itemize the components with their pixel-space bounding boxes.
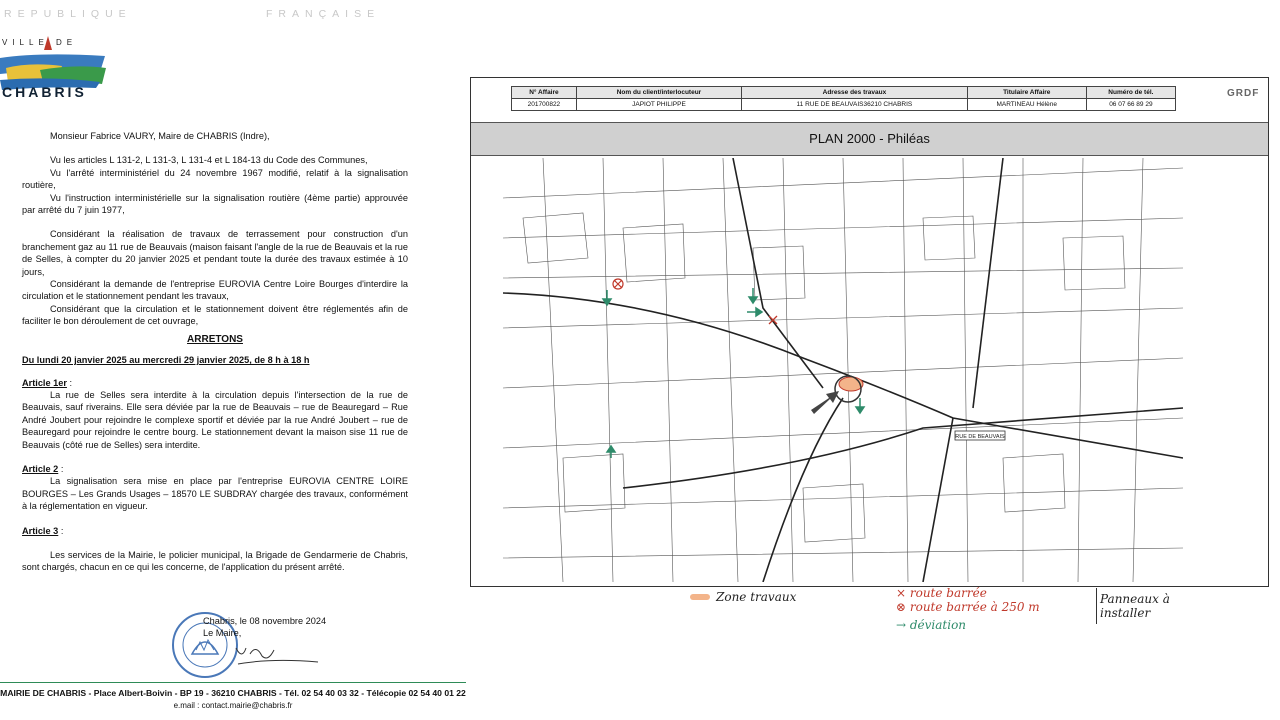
vu-2: Vu l'arrêté interministériel du 24 novem… (22, 167, 408, 191)
mayor-signature (232, 640, 322, 670)
article-2-title: Article 2 (22, 463, 59, 474)
considerant-3: Considérant que la circulation et le sta… (22, 303, 408, 327)
republique-text: REPUBLIQUE (4, 8, 132, 20)
plan-title-bar: PLAN 2000 - Philéas (471, 122, 1268, 156)
footer-email: e.mail : contact.mairie@chabris.fr (173, 701, 293, 710)
arrete-document: Monsieur Fabrice VAURY, Maire de CHABRIS… (22, 131, 408, 573)
cell-adresse: 11 RUE DE BEAUVAIS36210 CHABRIS (741, 98, 968, 111)
col-client: Nom du client/interlocuteur (575, 86, 743, 99)
col-tel: Numéro de tél. (1085, 86, 1177, 99)
street-map: RUE DE BEAUVAIS (503, 158, 1183, 582)
francaise-text: FRANÇAISE (266, 8, 381, 20)
chabris-logo: VILLE DE CHABRIS (0, 28, 115, 103)
grdf-logo: GRDF (1227, 88, 1260, 99)
logo-ville-text: VILLE DE (2, 38, 78, 47)
considerant-1: Considérant la réalisation de travaux de… (22, 229, 408, 277)
article-2-text: La signalisation sera mise en place par … (22, 476, 408, 512)
cell-client: JAPIOT PHILIPPE (575, 98, 743, 111)
vu-3: Vu l'instruction interministérielle sur … (22, 192, 408, 216)
article-3-text: Les services de la Mairie, le policier m… (22, 549, 408, 573)
cell-tel: 06 07 66 89 29 (1085, 98, 1177, 111)
affaire-table-row: 201700822 JAPIOT PHILIPPE 11 RUE DE BEAU… (511, 98, 1177, 111)
plan-sheet: N° Affaire Nom du client/interlocuteur A… (470, 77, 1269, 587)
legend-deviation: → déviation (896, 618, 967, 632)
affaire-table: N° Affaire Nom du client/interlocuteur A… (511, 86, 1177, 111)
col-adresse: Adresse des travaux (741, 86, 968, 99)
col-titulaire: Titulaire Affaire (966, 86, 1087, 99)
map-street-label: RUE DE BEAUVAIS (955, 434, 1005, 440)
legend-route-barree-250: ⊗ route barrée à 250 m (896, 600, 1040, 614)
mayor-line: Monsieur Fabrice VAURY, Maire de CHABRIS… (50, 131, 270, 141)
footer-address: MAIRIE DE CHABRIS - Place Albert-Boivin … (0, 688, 466, 698)
legend-panneaux: Panneaux à installer (1100, 592, 1170, 620)
legend-route-barree: × route barrée (896, 586, 987, 600)
plan-title: PLAN 2000 - Philéas (809, 131, 930, 146)
article-3-title: Article 3 (22, 525, 59, 536)
period-heading: Du lundi 20 janvier 2025 au mercredi 29 … (22, 355, 310, 366)
cell-affaire: 201700822 (511, 98, 577, 111)
signoff: Chabris, le 08 novembre 2024 Le Maire, (203, 615, 326, 639)
considerant-2: Considérant la demande de l'entreprise E… (22, 279, 408, 302)
legend-zone-travaux: Zone travaux (716, 590, 797, 604)
article-1-text: La rue de Selles sera interdite à la cir… (22, 389, 408, 450)
article-1-title: Article 1er (22, 377, 67, 388)
footer-divider (0, 682, 466, 683)
arretons-heading: ARRETONS (187, 333, 243, 345)
cell-titulaire: MARTINEAU Hélène (966, 98, 1087, 111)
signoff-place-date: Chabris, le 08 novembre 2024 (203, 616, 327, 626)
col-affaire: N° Affaire (511, 86, 577, 99)
signoff-role: Le Maire, (203, 628, 242, 638)
logo-chabris-text: CHABRIS (2, 84, 87, 100)
affaire-table-header-row: N° Affaire Nom du client/interlocuteur A… (511, 86, 1177, 99)
vu-1: Vu les articles L 131-2, L 131-3, L 131-… (50, 155, 368, 166)
